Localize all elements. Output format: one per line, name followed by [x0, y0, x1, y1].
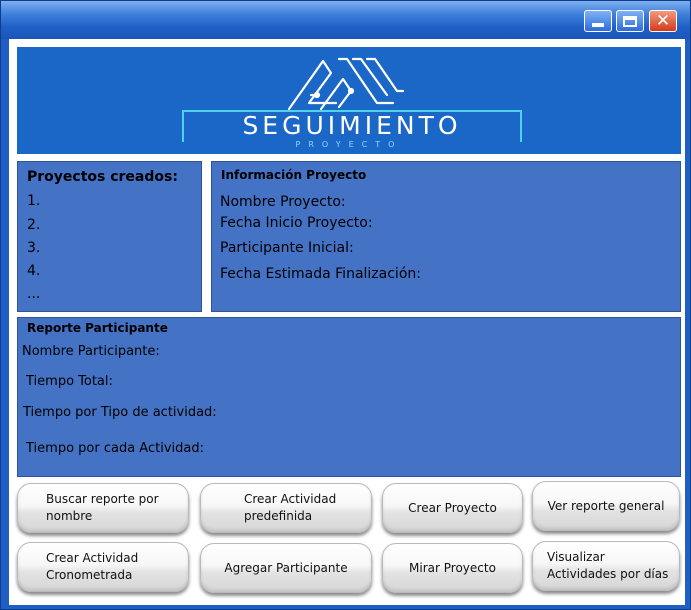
- logo-frame: SEGUIMIENTO: [182, 110, 522, 142]
- title-bar[interactable]: ✕: [1, 1, 690, 39]
- add-participant-label: Agregar Participante: [224, 560, 348, 575]
- project-list-more: ...: [27, 286, 41, 302]
- create-timed-activity-label: Crear Actividad Cronometrada: [46, 551, 139, 582]
- create-project-label: Crear Proyecto: [408, 500, 497, 515]
- project-name-label: Nombre Proyecto:: [220, 194, 346, 210]
- create-timed-activity-button[interactable]: Crear Actividad Cronometrada: [17, 542, 189, 592]
- view-project-label: Mirar Proyecto: [409, 560, 496, 575]
- project-start-date-label: Fecha Inicio Proyecto:: [220, 215, 373, 231]
- initial-participant-label: Participante Inicial:: [220, 240, 354, 256]
- create-predefined-activity-button[interactable]: Crear Actividad predefinida: [200, 483, 372, 533]
- maximize-button[interactable]: [616, 10, 644, 32]
- minimize-icon: [592, 23, 604, 27]
- general-report-label: Ver reporte general: [547, 498, 665, 513]
- add-participant-button[interactable]: Agregar Participante: [200, 543, 372, 593]
- participant-report-panel: Reporte Participante Nombre Participante…: [17, 317, 681, 477]
- project-list-item[interactable]: 3.: [27, 240, 40, 256]
- participant-report-title: Reporte Participante: [27, 321, 168, 335]
- project-info-title: Información Proyecto: [221, 168, 367, 182]
- project-list-item[interactable]: 1.: [27, 193, 40, 209]
- logo-title: SEGUIMIENTO: [242, 111, 462, 140]
- close-button[interactable]: ✕: [649, 10, 677, 32]
- time-by-activity-type-label: Tiempo por Tipo de actividad:: [23, 405, 217, 420]
- maximize-icon: [623, 15, 637, 27]
- header-banner: SEGUIMIENTO PROYECTO: [17, 47, 681, 154]
- total-time-label: Tiempo Total:: [26, 374, 113, 389]
- logo-subtitle: PROYECTO: [295, 140, 403, 149]
- search-report-button[interactable]: Buscar reporte por nombre: [17, 483, 189, 533]
- app-window: ✕ SEGUIMIENTO PROYECTO Proyectos creados…: [0, 0, 691, 610]
- estimated-end-date-label: Fecha Estimada Finalización:: [220, 266, 421, 282]
- view-project-button[interactable]: Mirar Proyecto: [382, 543, 523, 593]
- project-list-item[interactable]: 4.: [27, 263, 40, 279]
- client-area: SEGUIMIENTO PROYECTO Proyectos creados: …: [9, 39, 685, 605]
- search-report-label: Buscar reporte por nombre: [46, 492, 159, 523]
- participant-name-label: Nombre Participante:: [22, 344, 160, 359]
- view-activities-by-days-label: Visualizar Actividades por días: [547, 550, 669, 581]
- create-predefined-activity-label: Crear Actividad predefinida: [244, 492, 337, 523]
- project-info-panel: Información Proyecto Nombre Proyecto: Fe…: [211, 161, 681, 312]
- time-per-activity-label: Tiempo por cada Actividad:: [26, 441, 204, 456]
- projects-panel: Proyectos creados: 1. 2. 3. 4. ...: [17, 161, 202, 312]
- close-icon: ✕: [655, 10, 671, 31]
- minimize-button[interactable]: [584, 10, 612, 32]
- general-report-button[interactable]: Ver reporte general: [532, 481, 680, 531]
- create-project-button[interactable]: Crear Proyecto: [382, 483, 523, 533]
- project-list-item[interactable]: 2.: [27, 217, 40, 233]
- view-activities-by-days-button[interactable]: Visualizar Actividades por días: [532, 541, 680, 591]
- logo-mark-icon: [287, 57, 405, 111]
- projects-panel-title: Proyectos creados:: [27, 169, 178, 185]
